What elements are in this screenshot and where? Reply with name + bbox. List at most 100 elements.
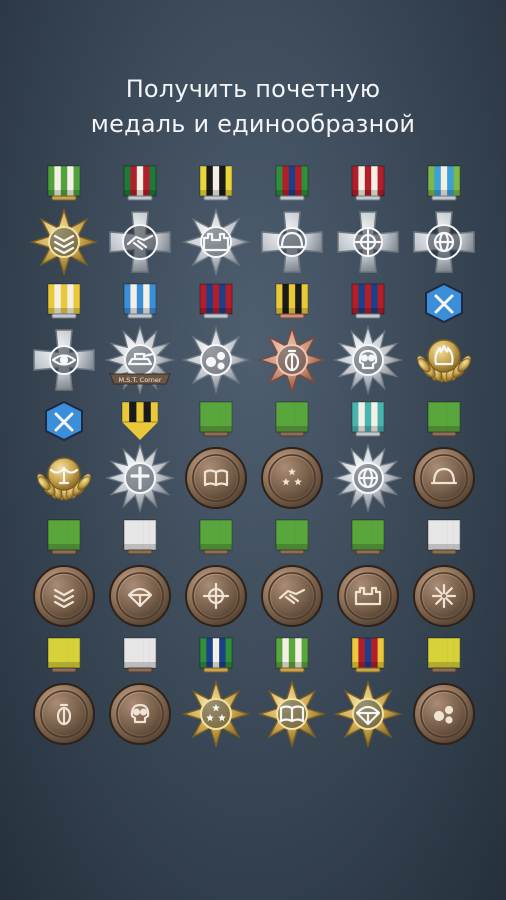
medal-graphic xyxy=(257,283,327,395)
medal-banner-text: M.S.T. Corner xyxy=(118,376,161,384)
medal-item xyxy=(406,278,482,396)
medal-graphic xyxy=(416,282,472,383)
medal-item xyxy=(330,514,406,632)
medal-ribbon xyxy=(123,283,157,319)
medal-body xyxy=(109,211,171,273)
medal-body xyxy=(413,211,475,273)
medal-ribbon xyxy=(275,401,309,437)
medal-item xyxy=(26,278,102,396)
medal-graphic xyxy=(337,165,399,273)
medal-graphic xyxy=(181,283,251,395)
medal-body xyxy=(337,211,399,273)
headline-line-1: Получить почетную xyxy=(125,75,381,103)
medal-item xyxy=(254,278,330,396)
medal-item xyxy=(102,396,178,514)
medal-body xyxy=(181,325,251,395)
medal-ribbon xyxy=(47,283,81,319)
medal-graphic xyxy=(109,637,171,745)
medal-graphic xyxy=(181,165,251,277)
medal-item xyxy=(26,160,102,278)
medal-body xyxy=(261,565,323,627)
medal-ribbon xyxy=(427,401,461,437)
medal-banner: M.S.T. Corner xyxy=(109,373,171,385)
medal-body xyxy=(413,683,475,745)
medal-body xyxy=(333,679,403,749)
medal-ribbon xyxy=(427,519,461,555)
medal-ribbon xyxy=(351,519,385,555)
medal-graphic xyxy=(185,401,247,509)
medal-ribbon xyxy=(123,519,157,555)
medal-body xyxy=(33,683,95,745)
medal-item xyxy=(178,396,254,514)
medal-graphic xyxy=(413,401,475,509)
medal-graphic xyxy=(333,637,403,749)
medal-item xyxy=(102,160,178,278)
medal-graphic: M.S.T. Corner xyxy=(104,283,176,396)
medal-ribbon xyxy=(199,519,233,555)
medal-graphic xyxy=(337,519,399,627)
medal-graphic xyxy=(181,637,251,749)
medal-ribbon xyxy=(351,283,385,319)
headline: Получить почетную медаль и единообразной xyxy=(0,72,506,142)
medal-body xyxy=(36,457,92,501)
medal-body xyxy=(185,447,247,509)
medal-body xyxy=(257,679,327,749)
medal-ribbon xyxy=(275,519,309,555)
medal-item xyxy=(330,278,406,396)
medal-ribbon xyxy=(199,637,233,673)
medal-item xyxy=(330,632,406,750)
medal-item xyxy=(330,396,406,514)
medal-item xyxy=(26,632,102,750)
medal-graphic xyxy=(261,165,323,273)
medal-item xyxy=(254,632,330,750)
medal-item xyxy=(406,514,482,632)
medal-body xyxy=(261,211,323,273)
medal-item xyxy=(254,396,330,514)
medal-ribbon xyxy=(47,165,81,201)
medal-ribbon xyxy=(45,400,83,442)
medal-ribbon xyxy=(351,165,385,201)
medal-body xyxy=(416,339,472,383)
medal-graphic xyxy=(413,165,475,273)
medal-graphic xyxy=(33,283,95,391)
medal-ribbon xyxy=(121,401,159,440)
medal-graphic xyxy=(185,519,247,627)
medal-body xyxy=(29,207,99,277)
medal-body xyxy=(332,442,404,514)
medal-graphic xyxy=(261,519,323,627)
medal-graphic xyxy=(36,400,92,501)
medal-body xyxy=(104,442,176,514)
medal-body xyxy=(413,565,475,627)
medal-ribbon xyxy=(199,165,233,201)
medal-item xyxy=(178,514,254,632)
medal-body xyxy=(109,565,171,627)
medal-body xyxy=(261,447,323,509)
medal-graphic xyxy=(413,519,475,627)
medal-ribbon xyxy=(199,401,233,437)
medal-graphic xyxy=(109,165,171,273)
medal-grid: M.S.T. Corner xyxy=(26,160,482,749)
medal-item xyxy=(406,632,482,750)
medal-ribbon xyxy=(275,165,309,201)
medal-ribbon xyxy=(47,637,81,673)
medal-ribbon xyxy=(427,637,461,673)
medal-body xyxy=(185,565,247,627)
medal-graphic xyxy=(33,637,95,745)
medal-body xyxy=(33,565,95,627)
medal-ribbon xyxy=(351,637,385,673)
medal-ribbon xyxy=(199,283,233,319)
medal-body xyxy=(337,565,399,627)
medal-graphic xyxy=(257,637,327,749)
medal-item xyxy=(254,514,330,632)
medal-graphic xyxy=(332,283,404,396)
medal-ribbon xyxy=(275,283,309,319)
medal-item xyxy=(406,160,482,278)
medal-item xyxy=(330,160,406,278)
medal-graphic xyxy=(104,401,176,514)
medal-body xyxy=(109,683,171,745)
medal-graphic xyxy=(109,519,171,627)
medal-body xyxy=(181,679,251,749)
medal-graphic xyxy=(29,165,99,277)
medal-body xyxy=(181,207,251,277)
medal-body xyxy=(257,325,327,395)
